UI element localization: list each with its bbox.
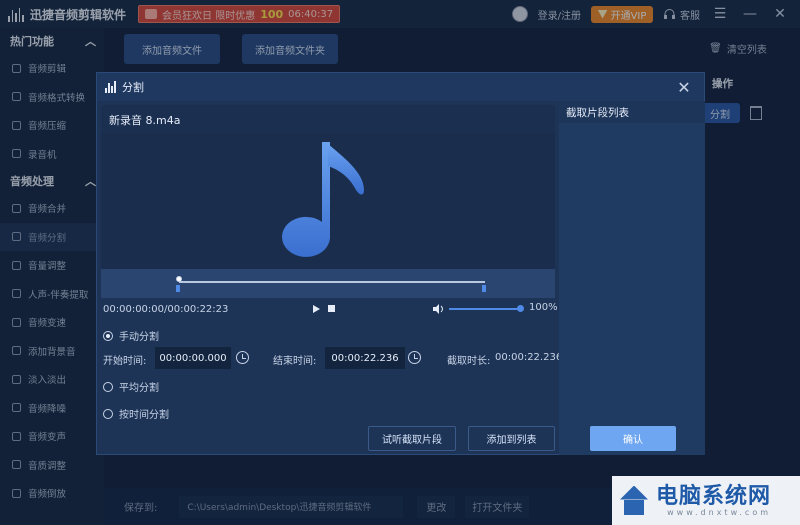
start-time-input[interactable]: 00:00:00.000 [155,347,231,369]
split-dialog: 分割 ✕ 新录音 8.m4a 00:00:00:00/00:00:22:23 1… [96,72,705,455]
site-watermark: 电脑系统网 www.dnxtw.com [612,476,800,525]
end-handle[interactable] [482,285,486,292]
dialog-header: 分割 [97,73,704,101]
dialog-title: 分割 [122,81,144,94]
add-to-list-button[interactable]: 添加到列表 [468,426,555,451]
mode-manual[interactable]: 手动分割 [103,328,159,343]
play-icon[interactable] [313,305,320,313]
mode-by-time[interactable]: 按时间分割 [103,406,169,421]
time-display: 00:00:00:00/00:00:22:23 [103,303,229,315]
volume-icon[interactable] [433,304,445,314]
end-time-input[interactable]: 00:00:22.236 [325,347,405,369]
watermark-url: www.dnxtw.com [667,508,772,517]
mode-label: 按时间分割 [119,410,169,421]
radio-icon [103,381,113,392]
volume-slider[interactable] [449,308,521,310]
mode-average[interactable]: 平均分割 [103,379,159,394]
duration-label: 截取时长: [447,356,491,367]
player-panel: 新录音 8.m4a [101,105,555,298]
segments-header: 截取片段列表 [559,101,705,123]
radio-icon [103,408,113,419]
preview-area [101,133,555,269]
timeline-track [179,281,485,283]
radio-icon [103,330,113,341]
playback-controls: 00:00:00:00/00:00:22:23 100% [103,302,558,316]
start-handle[interactable] [176,285,180,292]
playhead[interactable] [176,276,182,282]
music-note-icon [282,142,364,257]
house-logo-icon [620,485,648,516]
reset-start-icon[interactable] [236,351,249,364]
mode-label: 平均分割 [119,383,159,394]
timeline[interactable] [101,269,555,298]
watermark-title: 电脑系统网 [656,483,772,509]
mode-label: 手动分割 [119,332,159,343]
reset-end-icon[interactable] [408,351,421,364]
start-label: 开始时间: [103,356,147,367]
end-label: 结束时间: [273,356,317,367]
duration-value: 00:00:22.236 [495,352,563,363]
time-settings: 开始时间: 00:00:00.000 结束时间: 00:00:22.236 截取… [103,347,562,369]
file-name: 新录音 8.m4a [109,114,181,127]
segments-panel: 截取片段列表 [559,101,705,455]
volume-percent: 100% [529,302,558,313]
preview-segment-button[interactable]: 试听截取片段 [368,426,456,451]
stop-icon[interactable] [328,305,335,312]
close-icon[interactable]: ✕ [674,77,694,97]
audio-bars-icon [105,81,116,93]
volume-knob[interactable] [517,305,524,312]
confirm-button[interactable]: 确认 [590,426,676,451]
